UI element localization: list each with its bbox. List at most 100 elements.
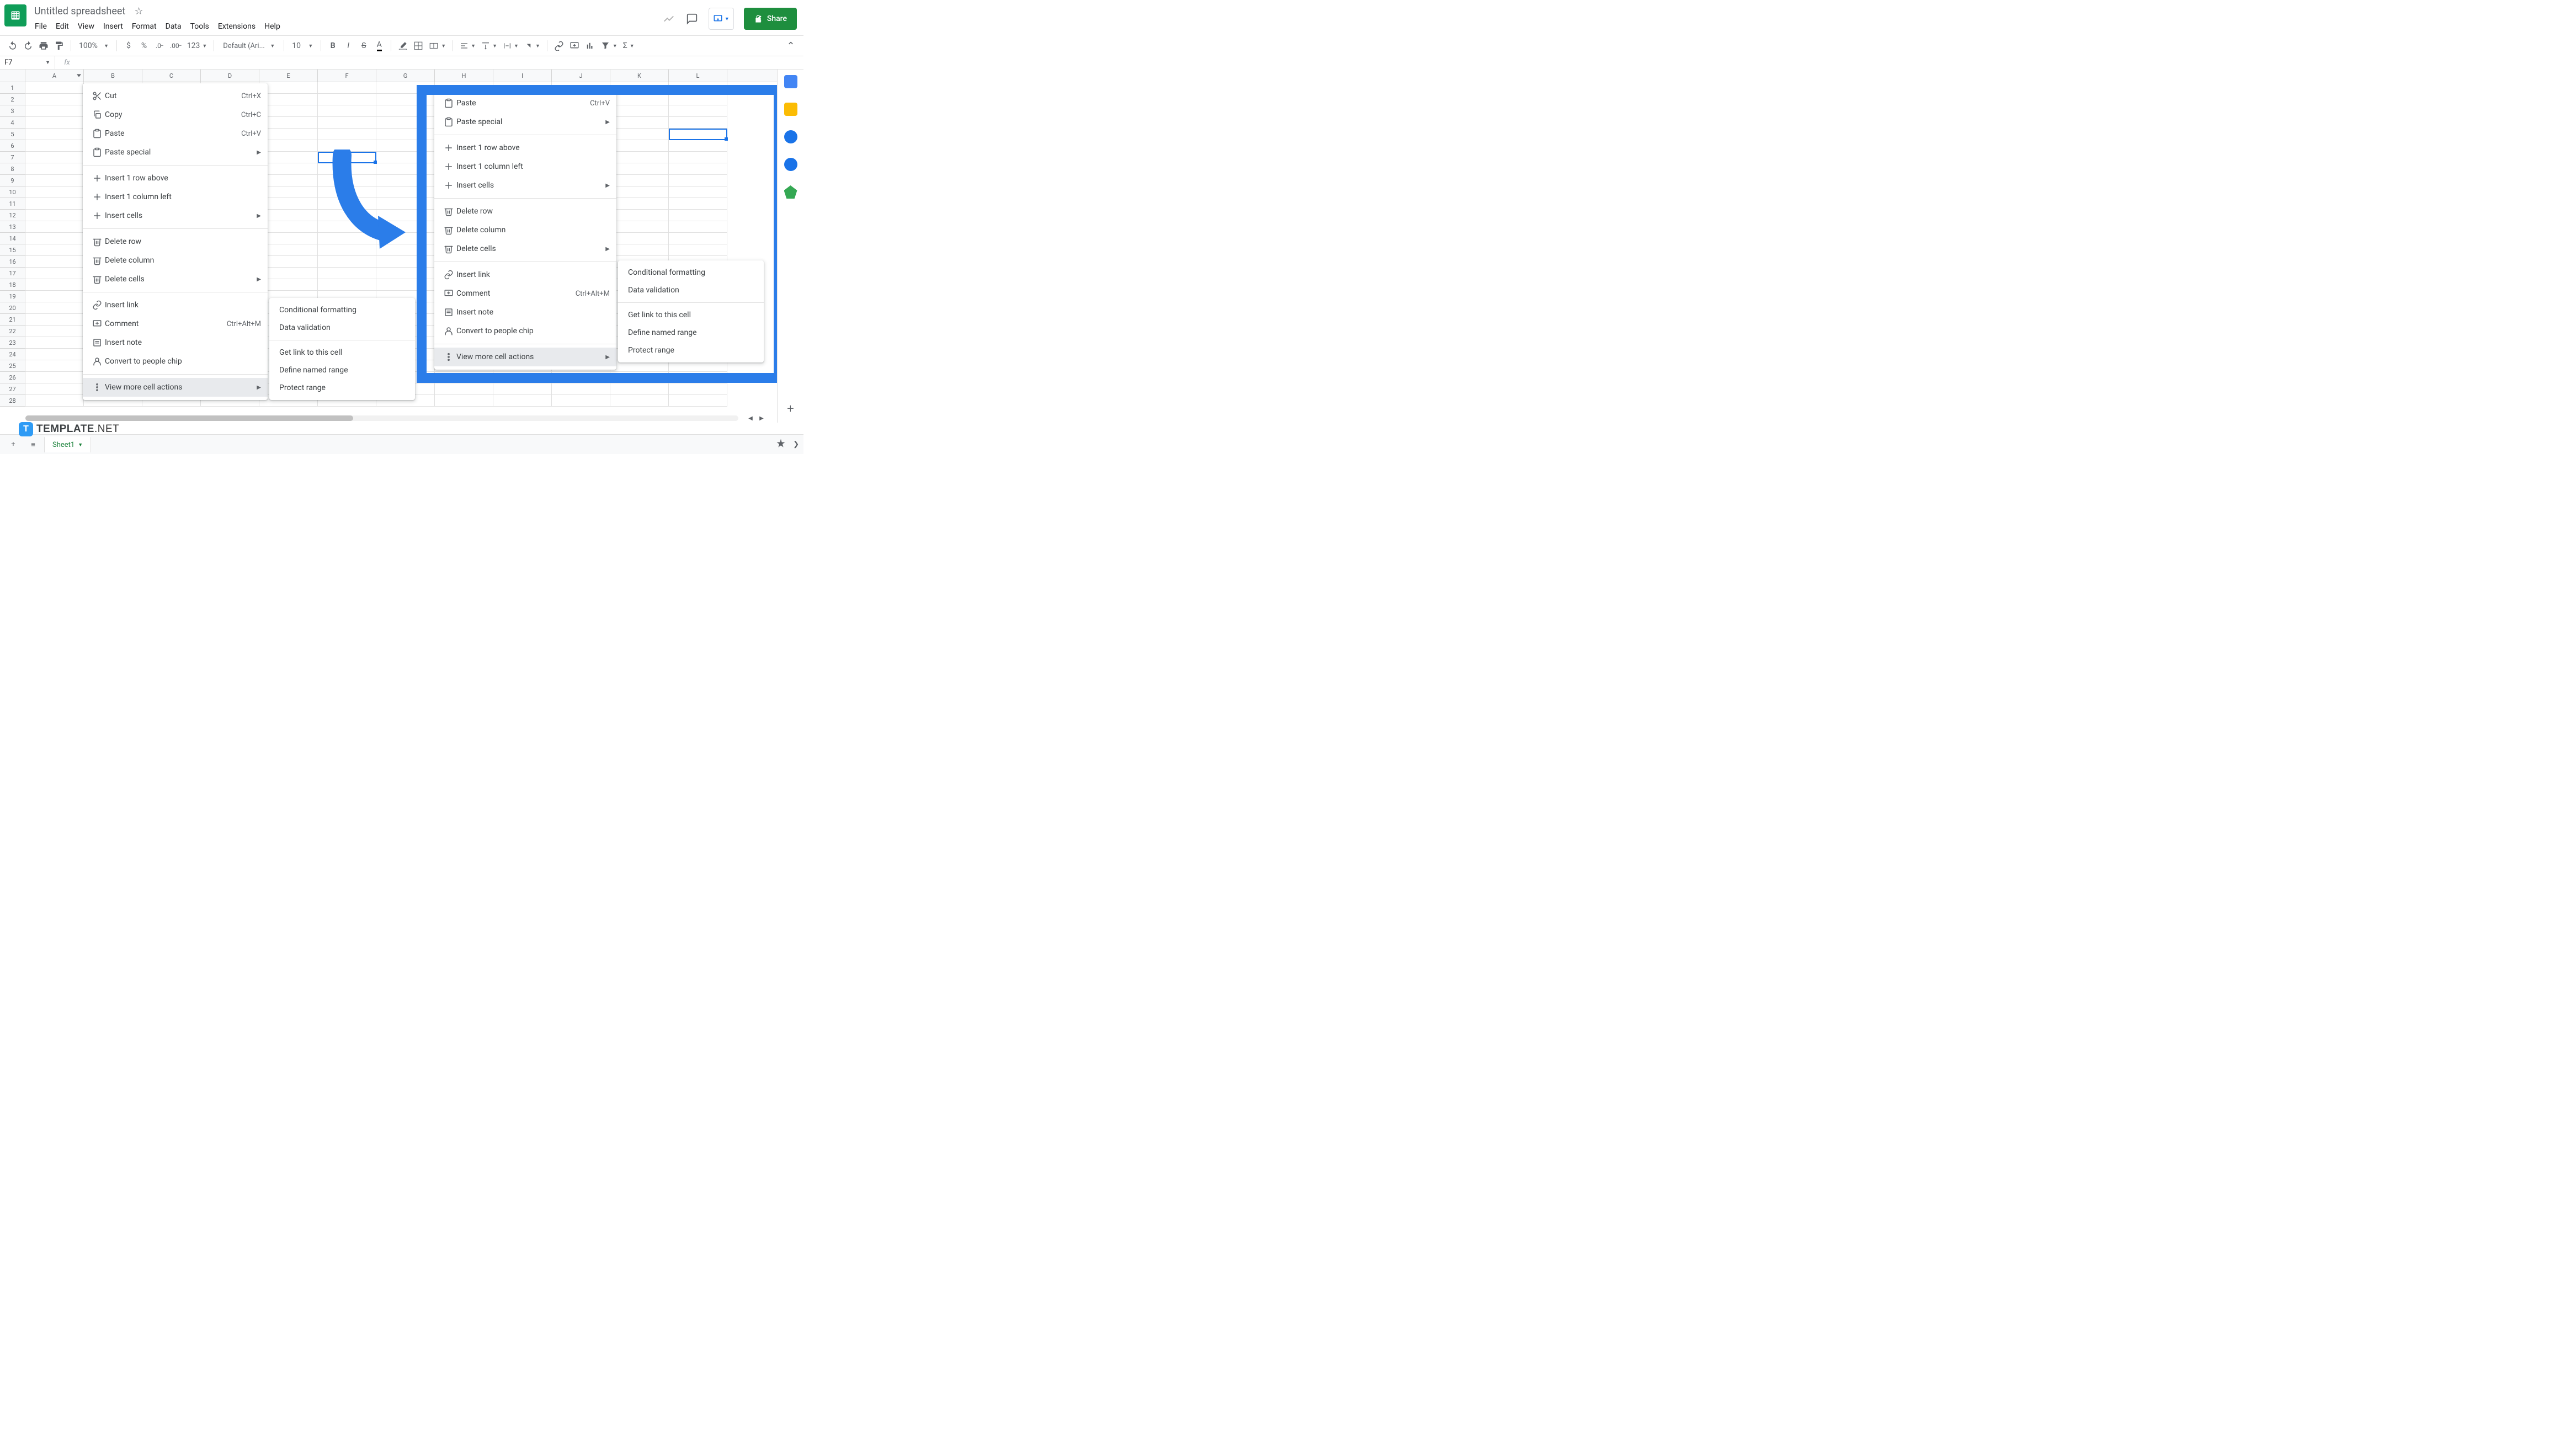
cell[interactable]	[259, 198, 318, 210]
cell[interactable]	[669, 140, 727, 152]
cell[interactable]	[25, 198, 84, 210]
cell[interactable]	[25, 383, 84, 395]
cell[interactable]	[318, 186, 376, 198]
menu-item-insert-1-row-above[interactable]: Insert 1 row above	[434, 138, 616, 157]
row-header-10[interactable]: 10	[0, 186, 25, 198]
add-sheet-button[interactable]: +	[4, 437, 22, 452]
cell[interactable]	[376, 279, 435, 291]
menu-item-paste-special[interactable]: Paste special▶	[434, 113, 616, 131]
cell[interactable]	[259, 186, 318, 198]
row-header-11[interactable]: 11	[0, 198, 25, 210]
row-header-9[interactable]: 9	[0, 175, 25, 186]
sheet-grid[interactable]: ABCDEFGHIJKL 123456789101112131415161718…	[0, 70, 777, 423]
filter-button[interactable]: ▼	[598, 39, 620, 53]
cell[interactable]	[669, 210, 727, 221]
cell[interactable]	[25, 152, 84, 163]
cell[interactable]	[376, 152, 435, 163]
cell[interactable]	[25, 395, 84, 407]
menu-format[interactable]: Format	[128, 20, 161, 33]
row-header-1[interactable]: 1	[0, 82, 25, 94]
menu-item-delete-row[interactable]: Delete row	[434, 202, 616, 221]
menu-item-copy[interactable]: CopyCtrl+C	[83, 105, 268, 124]
cell[interactable]	[610, 372, 669, 383]
cell[interactable]	[318, 210, 376, 221]
cell[interactable]	[610, 152, 669, 163]
comments-icon[interactable]	[685, 12, 699, 25]
menu-item-insert-cells[interactable]: Insert cells▶	[83, 206, 268, 225]
cell[interactable]	[376, 233, 435, 244]
contacts-icon[interactable]	[784, 158, 797, 171]
cell[interactable]	[25, 105, 84, 117]
redo-button[interactable]	[21, 39, 35, 53]
cell[interactable]	[610, 94, 669, 105]
cell[interactable]	[318, 82, 376, 94]
cell[interactable]	[376, 210, 435, 221]
cell[interactable]	[259, 82, 318, 94]
row-header-24[interactable]: 24	[0, 349, 25, 360]
cell[interactable]	[610, 383, 669, 395]
row-header-23[interactable]: 23	[0, 337, 25, 349]
scrollbar-thumb[interactable]	[25, 415, 353, 421]
cell[interactable]	[376, 129, 435, 140]
cell[interactable]	[435, 395, 493, 407]
cell[interactable]	[259, 210, 318, 221]
cell[interactable]	[669, 233, 727, 244]
cell[interactable]	[259, 129, 318, 140]
cell[interactable]	[25, 372, 84, 383]
share-button[interactable]: Share	[744, 8, 797, 30]
document-title[interactable]: Untitled spreadsheet	[31, 5, 129, 18]
cell[interactable]	[259, 94, 318, 105]
zoom-dropdown[interactable]: 100%▼	[76, 39, 112, 53]
menu-extensions[interactable]: Extensions	[214, 20, 259, 33]
menu-item-insert-link[interactable]: Insert link	[83, 296, 268, 314]
row-header-14[interactable]: 14	[0, 233, 25, 244]
menu-item-insert-note[interactable]: Insert note	[83, 333, 268, 352]
column-header-f[interactable]: F	[318, 70, 376, 82]
functions-button[interactable]: Σ▼	[621, 39, 637, 53]
column-header-d[interactable]: D	[201, 70, 259, 82]
row-header-4[interactable]: 4	[0, 117, 25, 129]
cell[interactable]	[25, 129, 84, 140]
cell[interactable]	[259, 175, 318, 186]
cell[interactable]	[259, 244, 318, 256]
menu-help[interactable]: Help	[260, 20, 284, 33]
row-header-6[interactable]: 6	[0, 140, 25, 152]
row-header-2[interactable]: 2	[0, 94, 25, 105]
cell[interactable]	[318, 117, 376, 129]
cell[interactable]	[259, 256, 318, 268]
cell[interactable]	[610, 105, 669, 117]
cell[interactable]	[318, 198, 376, 210]
column-header-e[interactable]: E	[259, 70, 318, 82]
decrease-decimal-button[interactable]: .0_	[152, 39, 167, 53]
cell[interactable]	[376, 105, 435, 117]
cell[interactable]	[610, 186, 669, 198]
wrap-button[interactable]: ▼	[501, 39, 521, 53]
menu-item-convert-to-people-chip[interactable]: Convert to people chip	[83, 352, 268, 371]
menu-item-delete-cells[interactable]: Delete cells▶	[434, 239, 616, 258]
cell[interactable]	[493, 372, 552, 383]
paint-format-button[interactable]	[52, 39, 66, 53]
cell[interactable]	[259, 268, 318, 279]
column-header-a[interactable]: A	[25, 70, 84, 82]
menu-item-comment[interactable]: CommentCtrl+Alt+M	[434, 284, 616, 303]
menu-item-delete-row[interactable]: Delete row	[83, 232, 268, 251]
cell[interactable]	[376, 117, 435, 129]
cell[interactable]	[376, 256, 435, 268]
sheets-logo[interactable]	[4, 4, 26, 26]
cell[interactable]	[669, 221, 727, 233]
cell[interactable]	[259, 152, 318, 163]
row-header-17[interactable]: 17	[0, 268, 25, 279]
star-icon[interactable]: ☆	[134, 6, 143, 17]
column-header-c[interactable]: C	[142, 70, 201, 82]
cell[interactable]	[669, 152, 727, 163]
explore-button[interactable]	[775, 438, 786, 451]
row-header-25[interactable]: 25	[0, 360, 25, 372]
cell[interactable]	[25, 175, 84, 186]
link-button[interactable]	[552, 39, 566, 53]
cell[interactable]	[669, 383, 727, 395]
row-header-16[interactable]: 16	[0, 256, 25, 268]
cell[interactable]	[610, 210, 669, 221]
menu-item-define-named-range[interactable]: Define named range	[618, 324, 764, 342]
row-header-15[interactable]: 15	[0, 244, 25, 256]
row-header-22[interactable]: 22	[0, 326, 25, 337]
